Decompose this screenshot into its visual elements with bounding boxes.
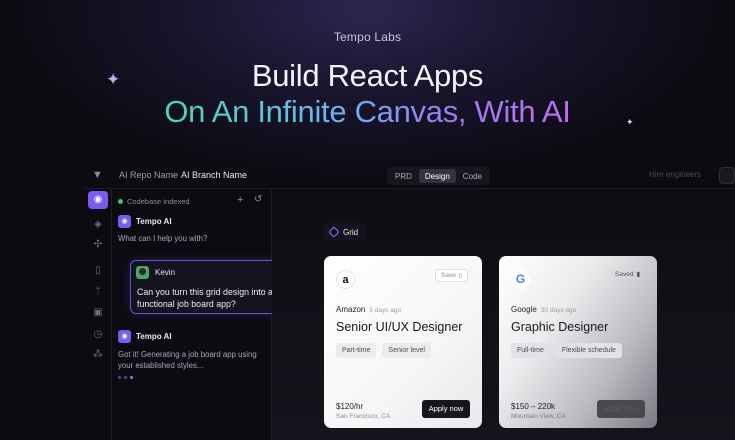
company-line: Google 30 days ago [511,305,576,314]
bookmark-filled-icon: ▮ [636,271,641,278]
layers-icon[interactable]: ◈ [92,219,104,230]
sparkle-icon: ✦ [626,117,634,127]
hire-engineers-button[interactable]: Hire engineers [649,170,701,179]
job-tags: Part-time Senior level [336,343,431,358]
design-canvas[interactable]: Grid a Save ▯ Amazon 5 days ago Senior UI/… [272,189,735,440]
bookmark-icon: ▯ [458,272,463,279]
breadcrumb-separator: › [171,170,174,180]
typing-indicator [118,376,133,379]
brand-name: Tempo Labs [333,30,402,44]
tool-rail: ◉ ◈ ✣ ▯ ᛘ ▣ ◷ ⁂ [84,189,112,440]
user-message: Can you turn this grid design into a fun… [137,287,273,309]
company-line: Amazon 5 days ago [336,305,401,314]
job-tag: Senior level [382,343,431,358]
assistant-name: Tempo AI [136,217,172,226]
job-card[interactable]: G Saved ▮ Google 30 days ago Graphic Desig… [499,256,657,428]
tab-prd[interactable]: PRD [389,169,418,183]
save-button[interactable]: Save ▯ [435,269,469,282]
assistant-name: Tempo AI [136,332,172,341]
tempo-ai-avatar: ◉ [118,330,131,343]
branch-icon[interactable]: ᛘ [92,286,104,297]
company-name: Google [511,305,537,314]
job-tags: Full-time Flexible schedule [511,343,622,358]
job-card[interactable]: a Save ▯ Amazon 5 days ago Senior UI/UX De… [324,256,482,428]
amazon-logo-icon: a [336,270,355,289]
user-message-card: Kevin Can you turn this grid design into… [130,260,284,314]
job-tag: Part-time [336,343,377,358]
job-title: Senior UI/UX Designer [336,320,463,334]
job-title: Graphic Designer [511,320,609,334]
job-pay: $150 – 220k [511,402,556,411]
assistant-greeting: What can I help you with? [118,234,208,243]
breadcrumb-repo[interactable]: AI Repo Name [119,170,178,180]
components-icon[interactable]: ✣ [92,239,104,250]
view-tabs: PRD Design Code [387,167,490,185]
apps-icon[interactable]: ⁂ [92,349,104,360]
frame-label-text: Grid [343,227,359,237]
top-bar: ▼ AI Repo Name › AI Branch Name PRD Desi… [84,162,735,189]
app-preview: ▼ AI Repo Name › AI Branch Name PRD Desi… [84,162,735,440]
index-status-text: Codebase indexed [127,197,190,206]
job-location: Mountain View, CA [511,413,566,420]
job-location: San Francisco, CA [336,413,391,420]
job-pay: $120/hr [336,402,364,411]
save-label: Save [441,272,456,279]
filter-icon[interactable]: ▼ [92,169,103,181]
hero-subline-text: On An Infinite Canvas, With AI [164,94,571,129]
company-name: Amazon [336,305,366,314]
typing-dot [118,376,121,379]
status-dot [118,199,123,204]
tab-design[interactable]: Design [418,169,456,183]
chat-tool-icon[interactable]: ◉ [88,191,108,209]
apply-button[interactable]: Apply now [422,400,470,418]
posted-ago: 5 days ago [369,307,402,314]
apply-button[interactable]: Apply now [597,400,645,418]
job-tag: Full-time [511,343,550,358]
assistant-reply: Got it! Generating a job board app using… [118,350,257,370]
typing-dot [124,376,127,379]
file-icon[interactable]: ▯ [92,265,104,276]
history-icon[interactable]: ◷ [92,329,104,340]
saved-button[interactable]: Saved ▮ [610,269,645,282]
hero-subline: On An Infinite Canvas, With AI [0,94,735,130]
posted-ago: 30 days ago [540,307,577,314]
chat-panel: Codebase indexed + ↺ ◉ Tempo AI What can… [112,189,272,440]
frame-label[interactable]: Grid [324,223,367,241]
avatar [136,266,149,279]
panel-toggle-button[interactable] [719,167,735,184]
frame-icon [328,226,340,238]
index-status: Codebase indexed [118,197,190,206]
job-tag: Flexible schedule [555,343,622,358]
sparkle-icon: ✦ [106,70,121,89]
google-logo-icon: G [511,270,530,289]
tempo-ai-avatar: ◉ [118,215,131,228]
package-icon[interactable]: ▣ [92,307,104,318]
typing-dot [130,376,133,379]
user-name: Kevin [155,268,176,277]
tab-code[interactable]: Code [457,169,488,183]
saved-label: Saved [615,271,634,278]
new-chat-icon[interactable]: + [237,194,243,206]
chat-history-icon[interactable]: ↺ [254,194,262,205]
breadcrumb-branch[interactable]: AI Branch Name [181,170,247,180]
